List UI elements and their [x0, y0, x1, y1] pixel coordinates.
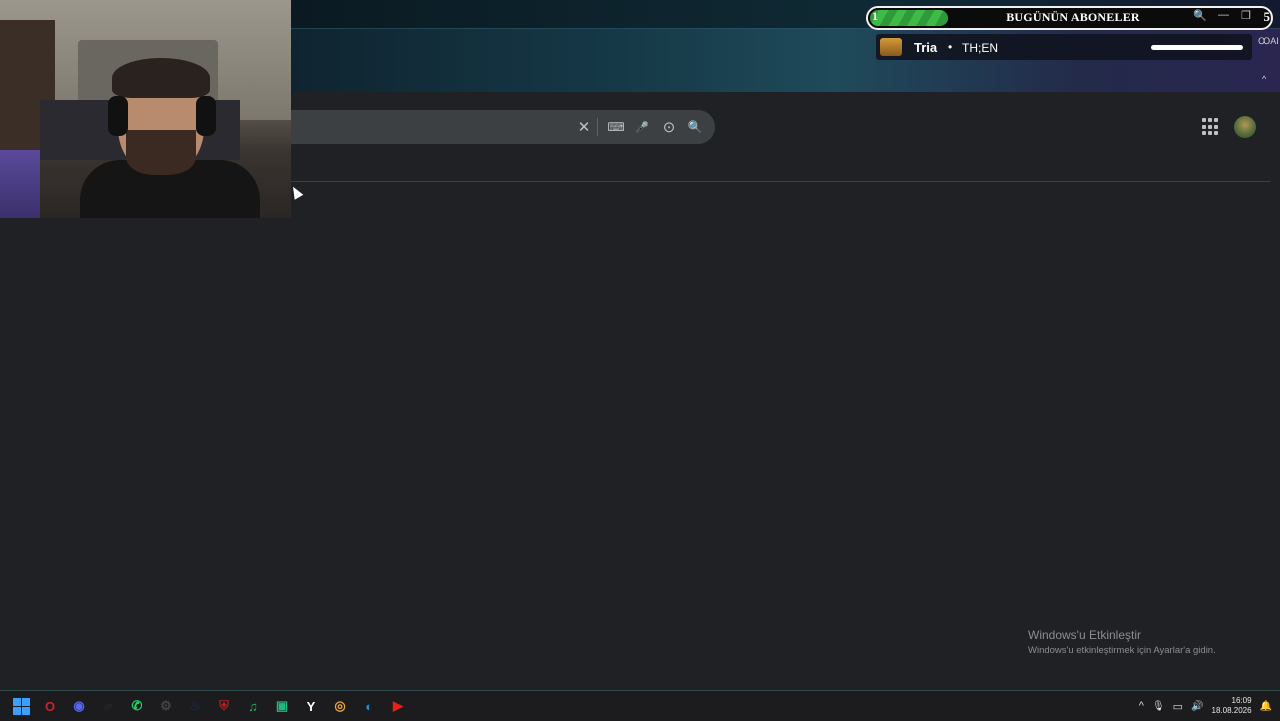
- webcam-person-beard: [126, 130, 196, 175]
- subscriber-row: Tria • TH;EN: [876, 34, 1252, 60]
- headset-right: [196, 96, 216, 136]
- steam-icon[interactable]: ♨: [184, 695, 206, 717]
- goal-title: BUGÜNÜN ABONELER: [1006, 10, 1140, 24]
- headset-left: [108, 96, 128, 136]
- antivirus-icon[interactable]: ⛨: [213, 695, 235, 717]
- volume-icon[interactable]: 🔊: [1191, 701, 1203, 712]
- watermark-subtitle: Windows'u etkinleştirmek için Ayarlar'a …: [1028, 645, 1216, 656]
- network-icon[interactable]: ▭: [1173, 700, 1183, 713]
- activation-watermark: Windows'u Etkinleştir Windows'u etkinleş…: [1028, 628, 1216, 656]
- avatar[interactable]: [1234, 116, 1256, 138]
- mic-icon[interactable]: 🎤: [629, 110, 655, 144]
- notifications-icon[interactable]: 🔔: [1260, 701, 1272, 712]
- tray-chevron-icon[interactable]: ^: [1139, 700, 1144, 712]
- webcam-overlay: [0, 0, 291, 218]
- youtube-icon[interactable]: ▶: [387, 695, 409, 717]
- goal-progress-bar: [870, 10, 948, 26]
- whatsapp-icon[interactable]: ✆: [126, 695, 148, 717]
- chevron-up-icon[interactable]: ^: [1262, 74, 1266, 84]
- subscriber-separator: •: [948, 40, 953, 54]
- goal-count: 5: [1263, 9, 1271, 24]
- clock[interactable]: 16:09 18.08.2026: [1212, 696, 1252, 716]
- search-separator: [597, 118, 598, 136]
- ai-label[interactable]: ꝎAI: [1258, 36, 1279, 47]
- watermark-title: Windows'u Etkinleştir: [1028, 628, 1141, 642]
- overlay-search-icon[interactable]: 🔍: [1193, 9, 1207, 22]
- results-divider: [291, 181, 1271, 182]
- tray-mic-icon[interactable]: 🎙: [1152, 701, 1165, 712]
- lens-icon[interactable]: ⊙: [656, 110, 682, 144]
- search-icon[interactable]: 🔍: [682, 110, 708, 144]
- webcam-light: [0, 150, 40, 218]
- chest-icon: [880, 38, 902, 56]
- chrome-icon[interactable]: ◎: [329, 695, 351, 717]
- start-button[interactable]: [10, 695, 32, 717]
- app-green-icon[interactable]: ▣: [271, 695, 293, 717]
- opera-icon[interactable]: O: [39, 695, 61, 717]
- app-dark-icon[interactable]: ▰: [97, 695, 119, 717]
- yandex-icon[interactable]: Y: [300, 695, 322, 717]
- settings-icon[interactable]: ⚙: [155, 695, 177, 717]
- clock-time: 16:09: [1231, 696, 1252, 705]
- subscriber-name: Tria: [914, 40, 938, 55]
- subscriber-tier: TH;EN: [962, 41, 998, 55]
- system-tray: ^ 🎙 ▭ 🔊 16:09 18.08.2026 🔔: [1139, 691, 1272, 721]
- spotify-icon[interactable]: ♫: [242, 695, 264, 717]
- goal-rank: 1: [872, 9, 878, 23]
- clear-icon[interactable]: ✕: [571, 110, 597, 144]
- subscriber-progress: [1151, 45, 1243, 50]
- taskbar: O ◉ ▰ ✆ ⚙ ♨ ⛨ ♫ ▣ Y ◎ ◐ ▶ ^ 🎙 ▭ 🔊 16:09 18.08.2026 🔔: [0, 690, 1280, 721]
- search-bar[interactable]: ✕ ⌨ 🎤 ⊙ 🔍: [291, 110, 715, 144]
- taskbar-apps: O ◉ ▰ ✆ ⚙ ♨ ⛨ ♫ ▣ Y ◎ ◐ ▶: [10, 691, 409, 721]
- webcam-person-hair: [112, 58, 210, 98]
- apps-grid-icon[interactable]: [1202, 118, 1220, 136]
- minimize-icon[interactable]: —: [1218, 9, 1229, 21]
- restore-icon[interactable]: ❐: [1241, 9, 1251, 22]
- edge-icon[interactable]: ◐: [358, 695, 380, 717]
- keyboard-icon[interactable]: ⌨: [603, 110, 629, 144]
- subscriber-goal-overlay: 1 BUGÜNÜN ABONELER 🔍 — ❐ 5: [866, 6, 1273, 30]
- clock-date: 18.08.2026: [1211, 706, 1252, 715]
- discord-icon[interactable]: ◉: [68, 695, 90, 717]
